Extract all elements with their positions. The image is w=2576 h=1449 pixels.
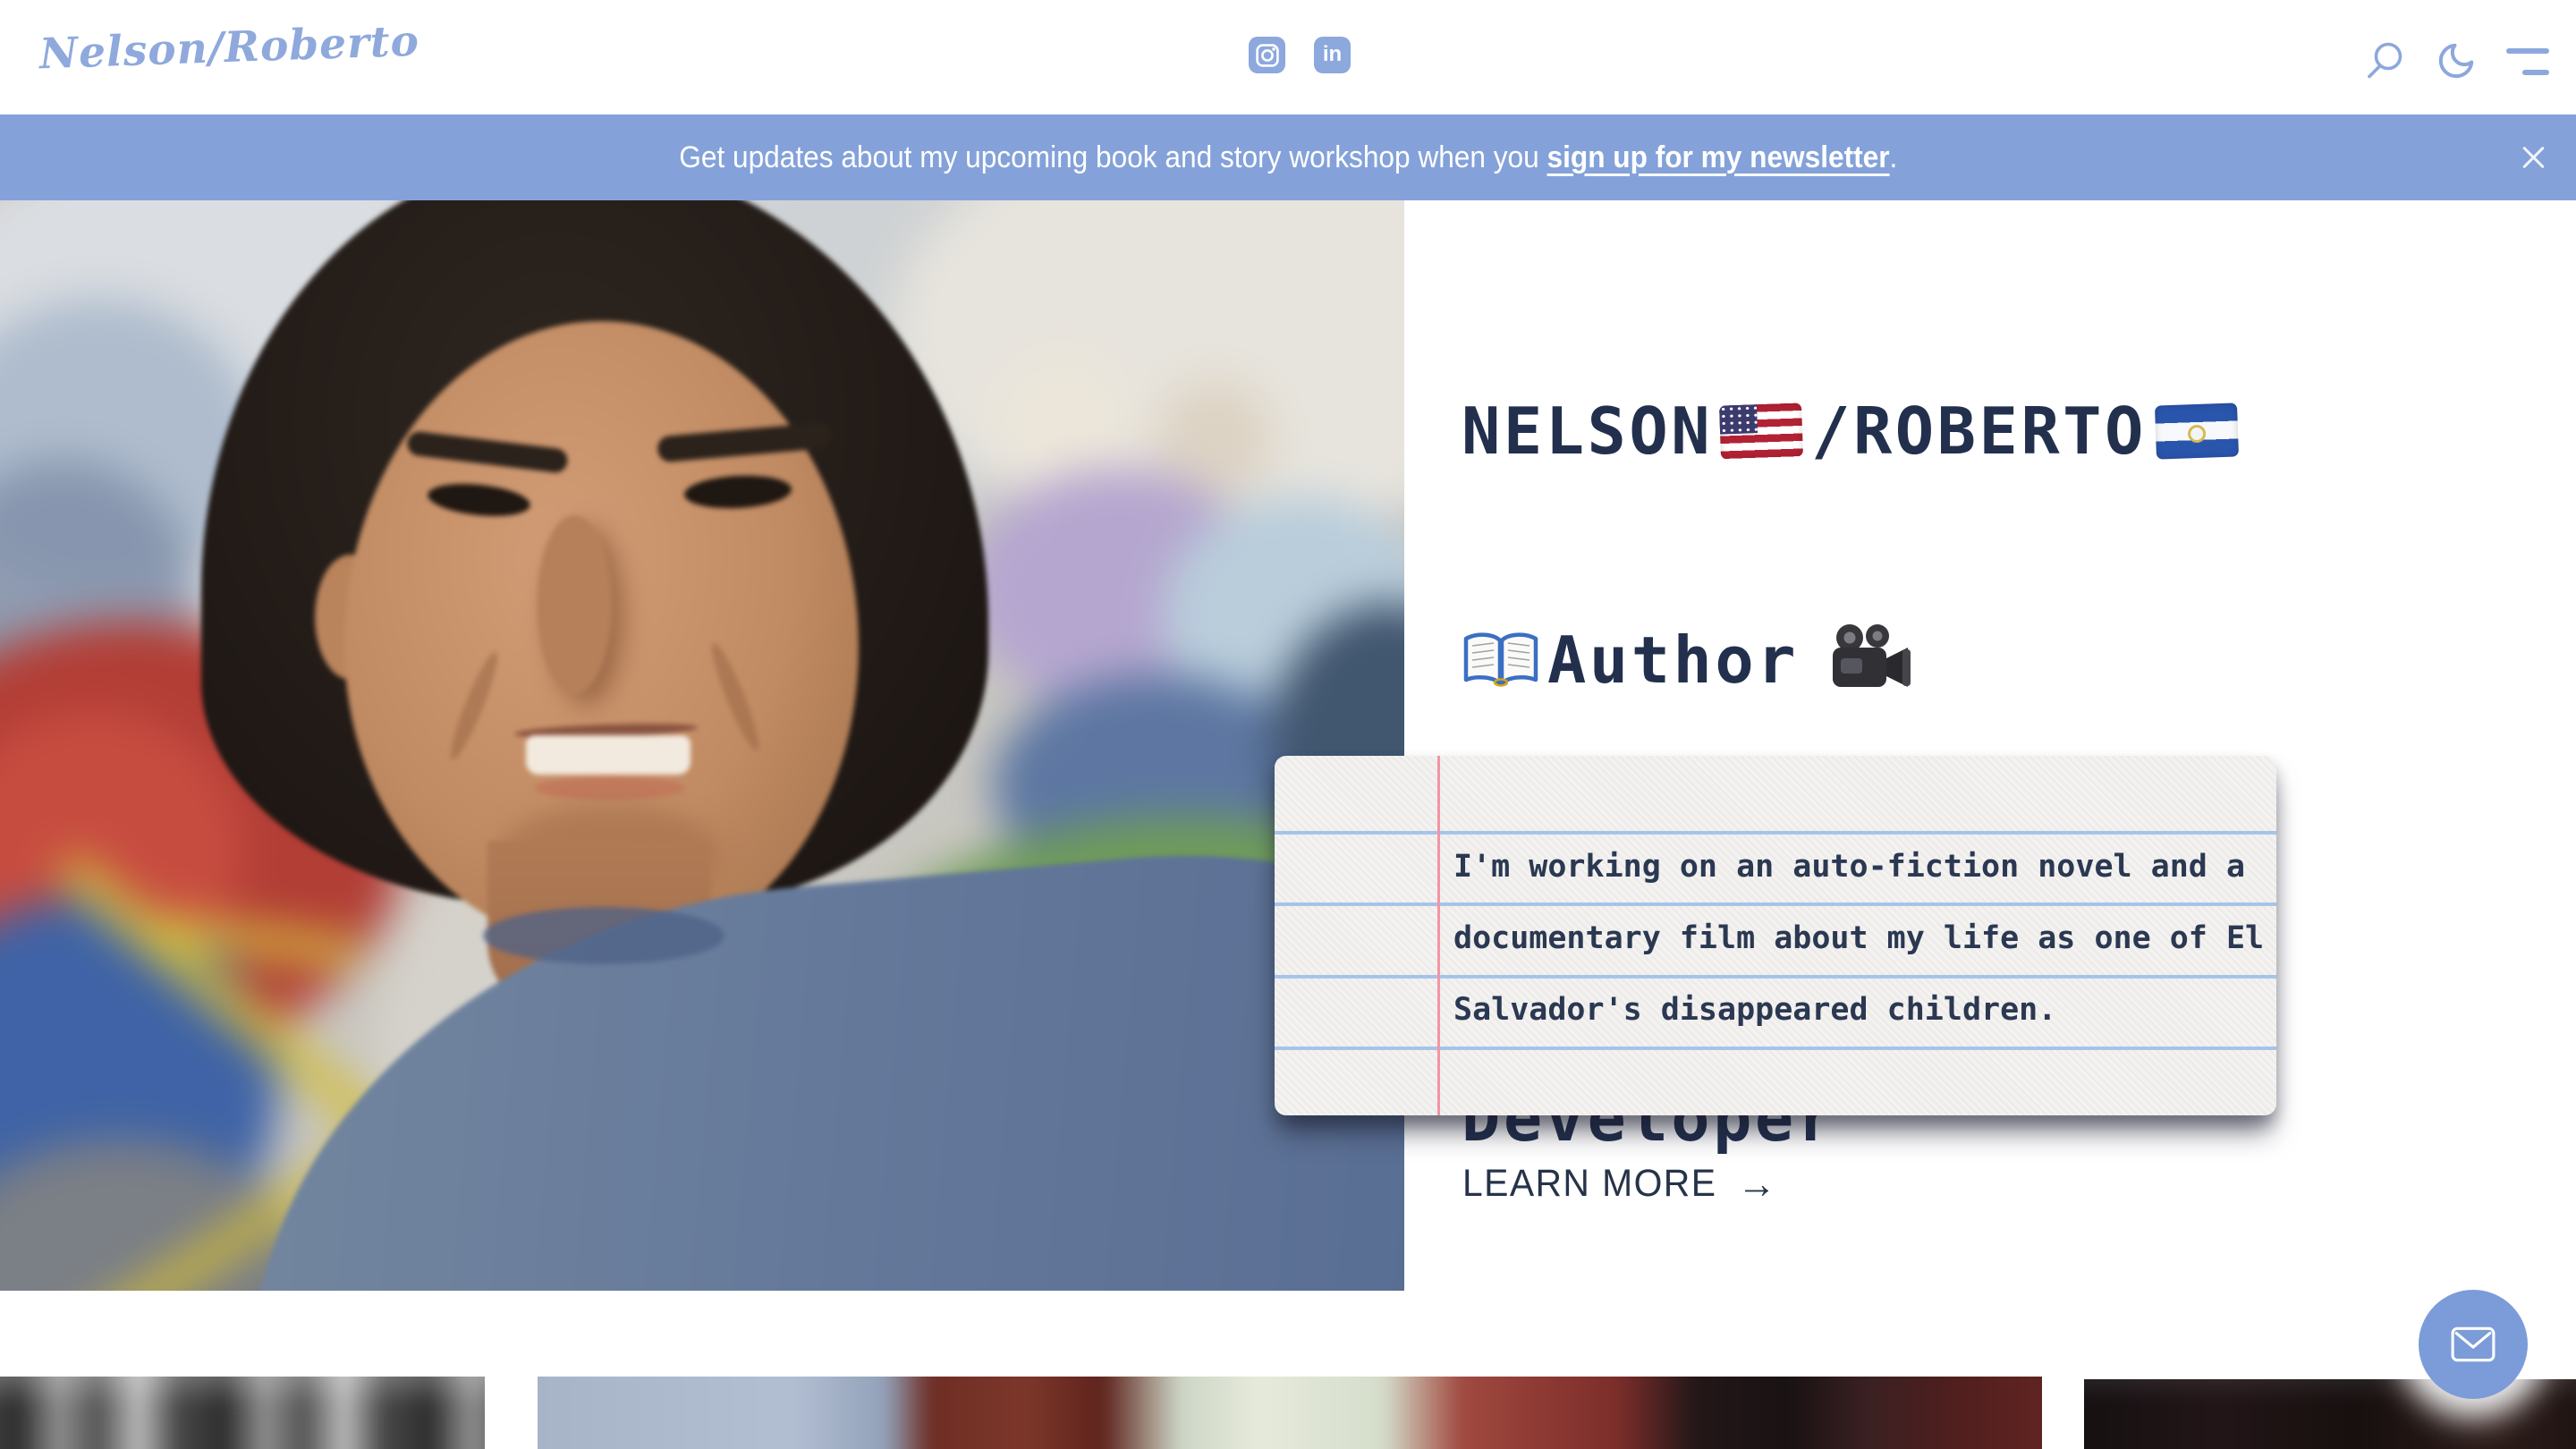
intro-note-card: I'm working on an auto-fiction novel and… [1275, 756, 2276, 1115]
banner-text: Get updates about my upcoming book and s… [679, 140, 1546, 174]
gallery-image-fill [0, 1377, 485, 1449]
top-nav: Nelson/Roberto in [0, 0, 2576, 114]
hero-photo [0, 200, 1404, 1291]
us-flag-icon [1719, 402, 1803, 459]
open-book-icon [1462, 631, 1540, 689]
instagram-link[interactable] [1249, 37, 1285, 73]
intro-text-line: Salvador's disappeared children. [1453, 974, 2264, 1046]
card-margin-line [1437, 756, 1440, 1115]
linkedin-icon: in [1323, 44, 1342, 65]
page: Nelson/Roberto in [0, 0, 2576, 1449]
newsletter-signup-link[interactable]: sign up for my newsletter [1546, 140, 1889, 174]
close-icon[interactable] [2521, 145, 2546, 170]
social-links: in [1249, 37, 1351, 73]
card-rule-line [1275, 1046, 2276, 1050]
menu-icon[interactable] [2506, 47, 2549, 75]
gallery-image-red-door[interactable] [538, 1377, 2042, 1449]
title-roberto: /ROBERTO [1811, 394, 2147, 469]
el-salvador-flag-icon [2155, 402, 2239, 459]
search-icon[interactable] [2365, 40, 2406, 81]
title-nelson: NELSON [1462, 394, 1713, 469]
logo[interactable]: Nelson/Roberto [38, 17, 420, 80]
gallery-image-fill [538, 1377, 2042, 1449]
learn-more-label: LEARN MORE [1462, 1162, 1716, 1206]
banner-text-period: . [1889, 140, 1897, 174]
arrow-right-icon: → [1737, 1159, 1776, 1208]
menu-bar [2522, 70, 2549, 75]
intro-text: I'm working on an auto-fiction novel and… [1453, 831, 2264, 1046]
title-line-names: NELSON /ROBERTO [1462, 392, 2238, 470]
linkedin-link[interactable]: in [1314, 37, 1351, 73]
title-author: Author [1547, 623, 1799, 698]
nav-actions [2365, 40, 2549, 81]
movie-camera-icon [1826, 623, 1915, 698]
envelope-icon [2450, 1326, 2496, 1363]
learn-more-link[interactable]: LEARN MORE → [1462, 1159, 1776, 1208]
menu-bar [2506, 48, 2549, 54]
title-line-author: Author [1462, 621, 2238, 699]
moon-dark-mode-icon[interactable] [2436, 40, 2477, 81]
intro-text-line: I'm working on an auto-fiction novel and… [1453, 831, 2264, 902]
instagram-icon [1256, 44, 1279, 67]
portrait-man-smiling [0, 200, 1404, 1291]
newsletter-banner: Get updates about my upcoming book and s… [0, 114, 2576, 200]
intro-text-line: documentary film about my life as one of… [1453, 902, 2264, 974]
contact-fab-button[interactable] [2419, 1290, 2528, 1399]
gallery-image-black-and-white[interactable] [0, 1377, 485, 1449]
newsletter-banner-text: Get updates about my upcoming book and s… [679, 140, 1897, 175]
